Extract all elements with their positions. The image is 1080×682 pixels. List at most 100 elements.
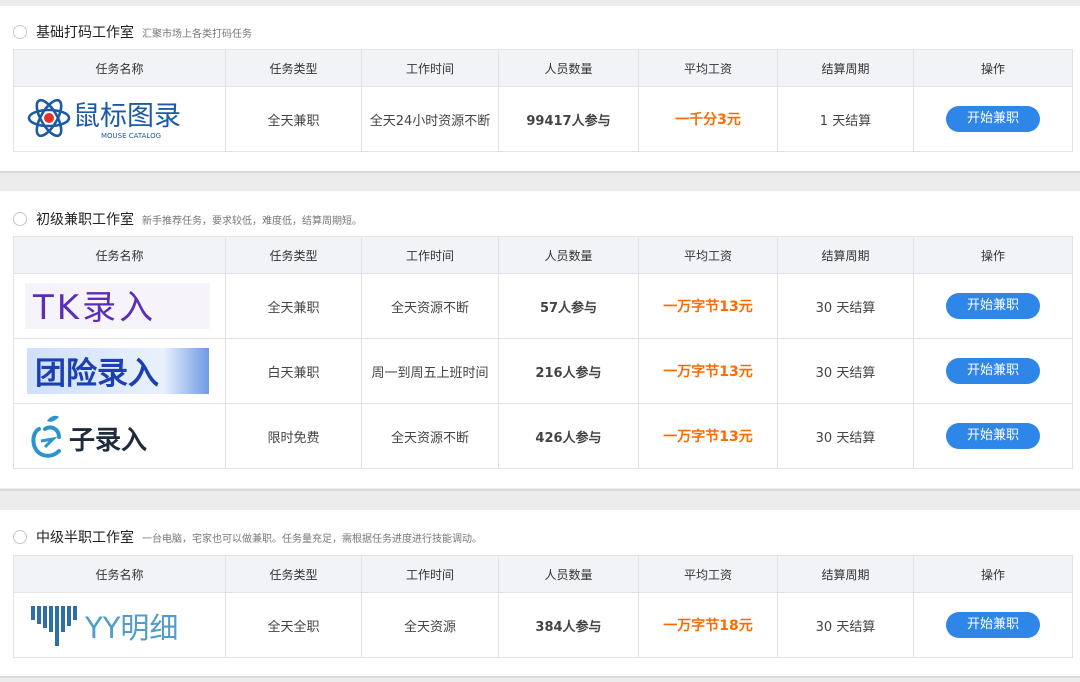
- start-parttime-button[interactable]: 开始兼职: [946, 293, 1040, 319]
- y-stripes-icon: [30, 606, 77, 646]
- average-pay: 一千分3元: [638, 86, 778, 152]
- work-time: 全天24小时资源不断: [361, 86, 499, 152]
- col-action: 操作: [913, 236, 1073, 274]
- mouse-catalog-logo: 鼠标图录 MOUSE CATALOG: [15, 88, 225, 151]
- task-logo-cell[interactable]: 子录入: [13, 403, 226, 469]
- section-title: 中级半职工作室: [36, 530, 134, 546]
- col-task-type: 任务类型: [225, 49, 362, 87]
- radio-icon[interactable]: [13, 212, 27, 226]
- table-header-row: 任务名称 任务类型 工作时间 人员数量 平均工资 结算周期 操作: [13, 49, 1073, 87]
- work-time: 全天资源: [361, 592, 499, 658]
- action-cell: 开始兼职: [913, 592, 1073, 658]
- col-period: 结算周期: [777, 49, 914, 87]
- col-pay: 平均工资: [638, 49, 778, 87]
- people-count: 426人参与: [498, 403, 639, 469]
- col-work-time: 工作时间: [361, 236, 499, 274]
- people-count: 57人参与: [498, 273, 639, 339]
- section-title: 初级兼职工作室: [36, 212, 134, 228]
- col-work-time: 工作时间: [361, 555, 499, 593]
- settlement-period: 1 天结算: [777, 86, 914, 152]
- tk-entry-logo: TK录入: [15, 275, 225, 338]
- people-count: 384人参与: [498, 592, 639, 658]
- apple-icon: [31, 415, 61, 458]
- settlement-period: 30 天结算: [777, 338, 914, 404]
- start-parttime-button[interactable]: 开始兼职: [946, 106, 1040, 132]
- people-count: 99417人参与: [498, 86, 639, 152]
- table-row: YY明细 全天全职 全天资源 384人参与 一万字节18元 30 天结算 开始兼…: [13, 592, 1073, 658]
- start-parttime-button[interactable]: 开始兼职: [946, 612, 1040, 638]
- task-table: 任务名称 任务类型 工作时间 人员数量 平均工资 结算周期 操作 TK录入 全天…: [13, 236, 1073, 469]
- col-period: 结算周期: [777, 555, 914, 593]
- col-pay: 平均工资: [638, 236, 778, 274]
- group-insurance-logo: 团险录入: [15, 340, 225, 403]
- col-people: 人员数量: [498, 49, 639, 87]
- average-pay: 一万字节18元: [638, 592, 778, 658]
- task-type: 全天兼职: [225, 86, 362, 152]
- table-row: 鼠标图录 MOUSE CATALOG 全天兼职 全天24小时资源不断 99417…: [13, 86, 1073, 152]
- col-action: 操作: [913, 49, 1073, 87]
- table-row: 团险录入 白天兼职 周一到周五上班时间 216人参与 一万字节13元 30 天结…: [13, 338, 1073, 404]
- logo-text: 鼠标图录: [73, 101, 181, 132]
- task-table: 任务名称 任务类型 工作时间 人员数量 平均工资 结算周期 操作: [13, 555, 1073, 658]
- table-row: TK录入 全天兼职 全天资源不断 57人参与 一万字节13元 30 天结算 开始…: [13, 273, 1073, 339]
- task-logo-cell[interactable]: YY明细: [13, 592, 226, 658]
- col-task-type: 任务类型: [225, 236, 362, 274]
- task-logo-cell[interactable]: 团险录入: [13, 338, 226, 404]
- action-cell: 开始兼职: [913, 86, 1073, 152]
- action-cell: 开始兼职: [913, 273, 1073, 339]
- section-header: 中级半职工作室 一台电脑，宅家也可以做兼职。任务量充足，需根据任务进度进行技能调…: [13, 526, 482, 548]
- settlement-period: 30 天结算: [777, 403, 914, 469]
- section-intermediate-studio: 中级半职工作室 一台电脑，宅家也可以做兼职。任务量充足，需根据任务进度进行技能调…: [0, 510, 1080, 676]
- logo-text: 子录入: [69, 426, 147, 456]
- work-time: 全天资源不断: [361, 403, 499, 469]
- start-parttime-button[interactable]: 开始兼职: [946, 358, 1040, 384]
- col-action: 操作: [913, 555, 1073, 593]
- section-header: 基础打码工作室 汇聚市场上各类打码任务: [13, 21, 252, 43]
- radio-icon[interactable]: [13, 25, 27, 39]
- divider: [0, 171, 1080, 173]
- work-time: 全天资源不断: [361, 273, 499, 339]
- logo-subtext: MOUSE CATALOG: [101, 132, 161, 140]
- table-row: 子录入 限时免费 全天资源不断 426人参与 一万字节13元 30 天结算 开始…: [13, 403, 1073, 469]
- atom-icon: 鼠标图录 MOUSE CATALOG: [27, 98, 181, 140]
- average-pay: 一万字节13元: [638, 273, 778, 339]
- people-count: 216人参与: [498, 338, 639, 404]
- section-subtitle: 一台电脑，宅家也可以做兼职。任务量充足，需根据任务进度进行技能调动。: [142, 533, 482, 545]
- action-cell: 开始兼职: [913, 403, 1073, 469]
- logo-text: YY明细: [84, 611, 178, 645]
- logo-text: TK录入: [32, 288, 156, 328]
- col-task-name: 任务名称: [13, 49, 226, 87]
- settlement-period: 30 天结算: [777, 592, 914, 658]
- section-header: 初级兼职工作室 新手推荐任务，要求较低，难度低，结算周期短。: [13, 208, 362, 230]
- col-work-time: 工作时间: [361, 49, 499, 87]
- logo-text: 团险录入: [35, 356, 159, 392]
- divider: [0, 489, 1080, 491]
- section-junior-studio: 初级兼职工作室 新手推荐任务，要求较低，难度低，结算周期短。 任务名称 任务类型…: [0, 191, 1080, 488]
- average-pay: 一万字节13元: [638, 403, 778, 469]
- col-period: 结算周期: [777, 236, 914, 274]
- action-cell: 开始兼职: [913, 338, 1073, 404]
- task-table: 任务名称 任务类型 工作时间 人员数量 平均工资 结算周期 操作: [13, 49, 1073, 152]
- task-logo-cell[interactable]: TK录入: [13, 273, 226, 339]
- task-type: 全天全职: [225, 592, 362, 658]
- zi-entry-logo: 子录入: [15, 405, 225, 468]
- divider: [0, 676, 1080, 678]
- section-subtitle: 新手推荐任务，要求较低，难度低，结算周期短。: [142, 215, 362, 227]
- section-subtitle: 汇聚市场上各类打码任务: [142, 28, 252, 40]
- settlement-period: 30 天结算: [777, 273, 914, 339]
- task-type: 白天兼职: [225, 338, 362, 404]
- task-type: 全天兼职: [225, 273, 362, 339]
- work-time: 周一到周五上班时间: [361, 338, 499, 404]
- col-task-name: 任务名称: [13, 236, 226, 274]
- average-pay: 一万字节13元: [638, 338, 778, 404]
- task-type: 限时免费: [225, 403, 362, 469]
- col-people: 人员数量: [498, 236, 639, 274]
- yy-detail-logo: YY明细: [15, 594, 225, 657]
- table-header-row: 任务名称 任务类型 工作时间 人员数量 平均工资 结算周期 操作: [13, 236, 1073, 274]
- section-title: 基础打码工作室: [36, 25, 134, 41]
- col-people: 人员数量: [498, 555, 639, 593]
- start-parttime-button[interactable]: 开始兼职: [946, 423, 1040, 449]
- table-header-row: 任务名称 任务类型 工作时间 人员数量 平均工资 结算周期 操作: [13, 555, 1073, 593]
- task-logo-cell[interactable]: 鼠标图录 MOUSE CATALOG: [13, 86, 226, 152]
- radio-icon[interactable]: [13, 530, 27, 544]
